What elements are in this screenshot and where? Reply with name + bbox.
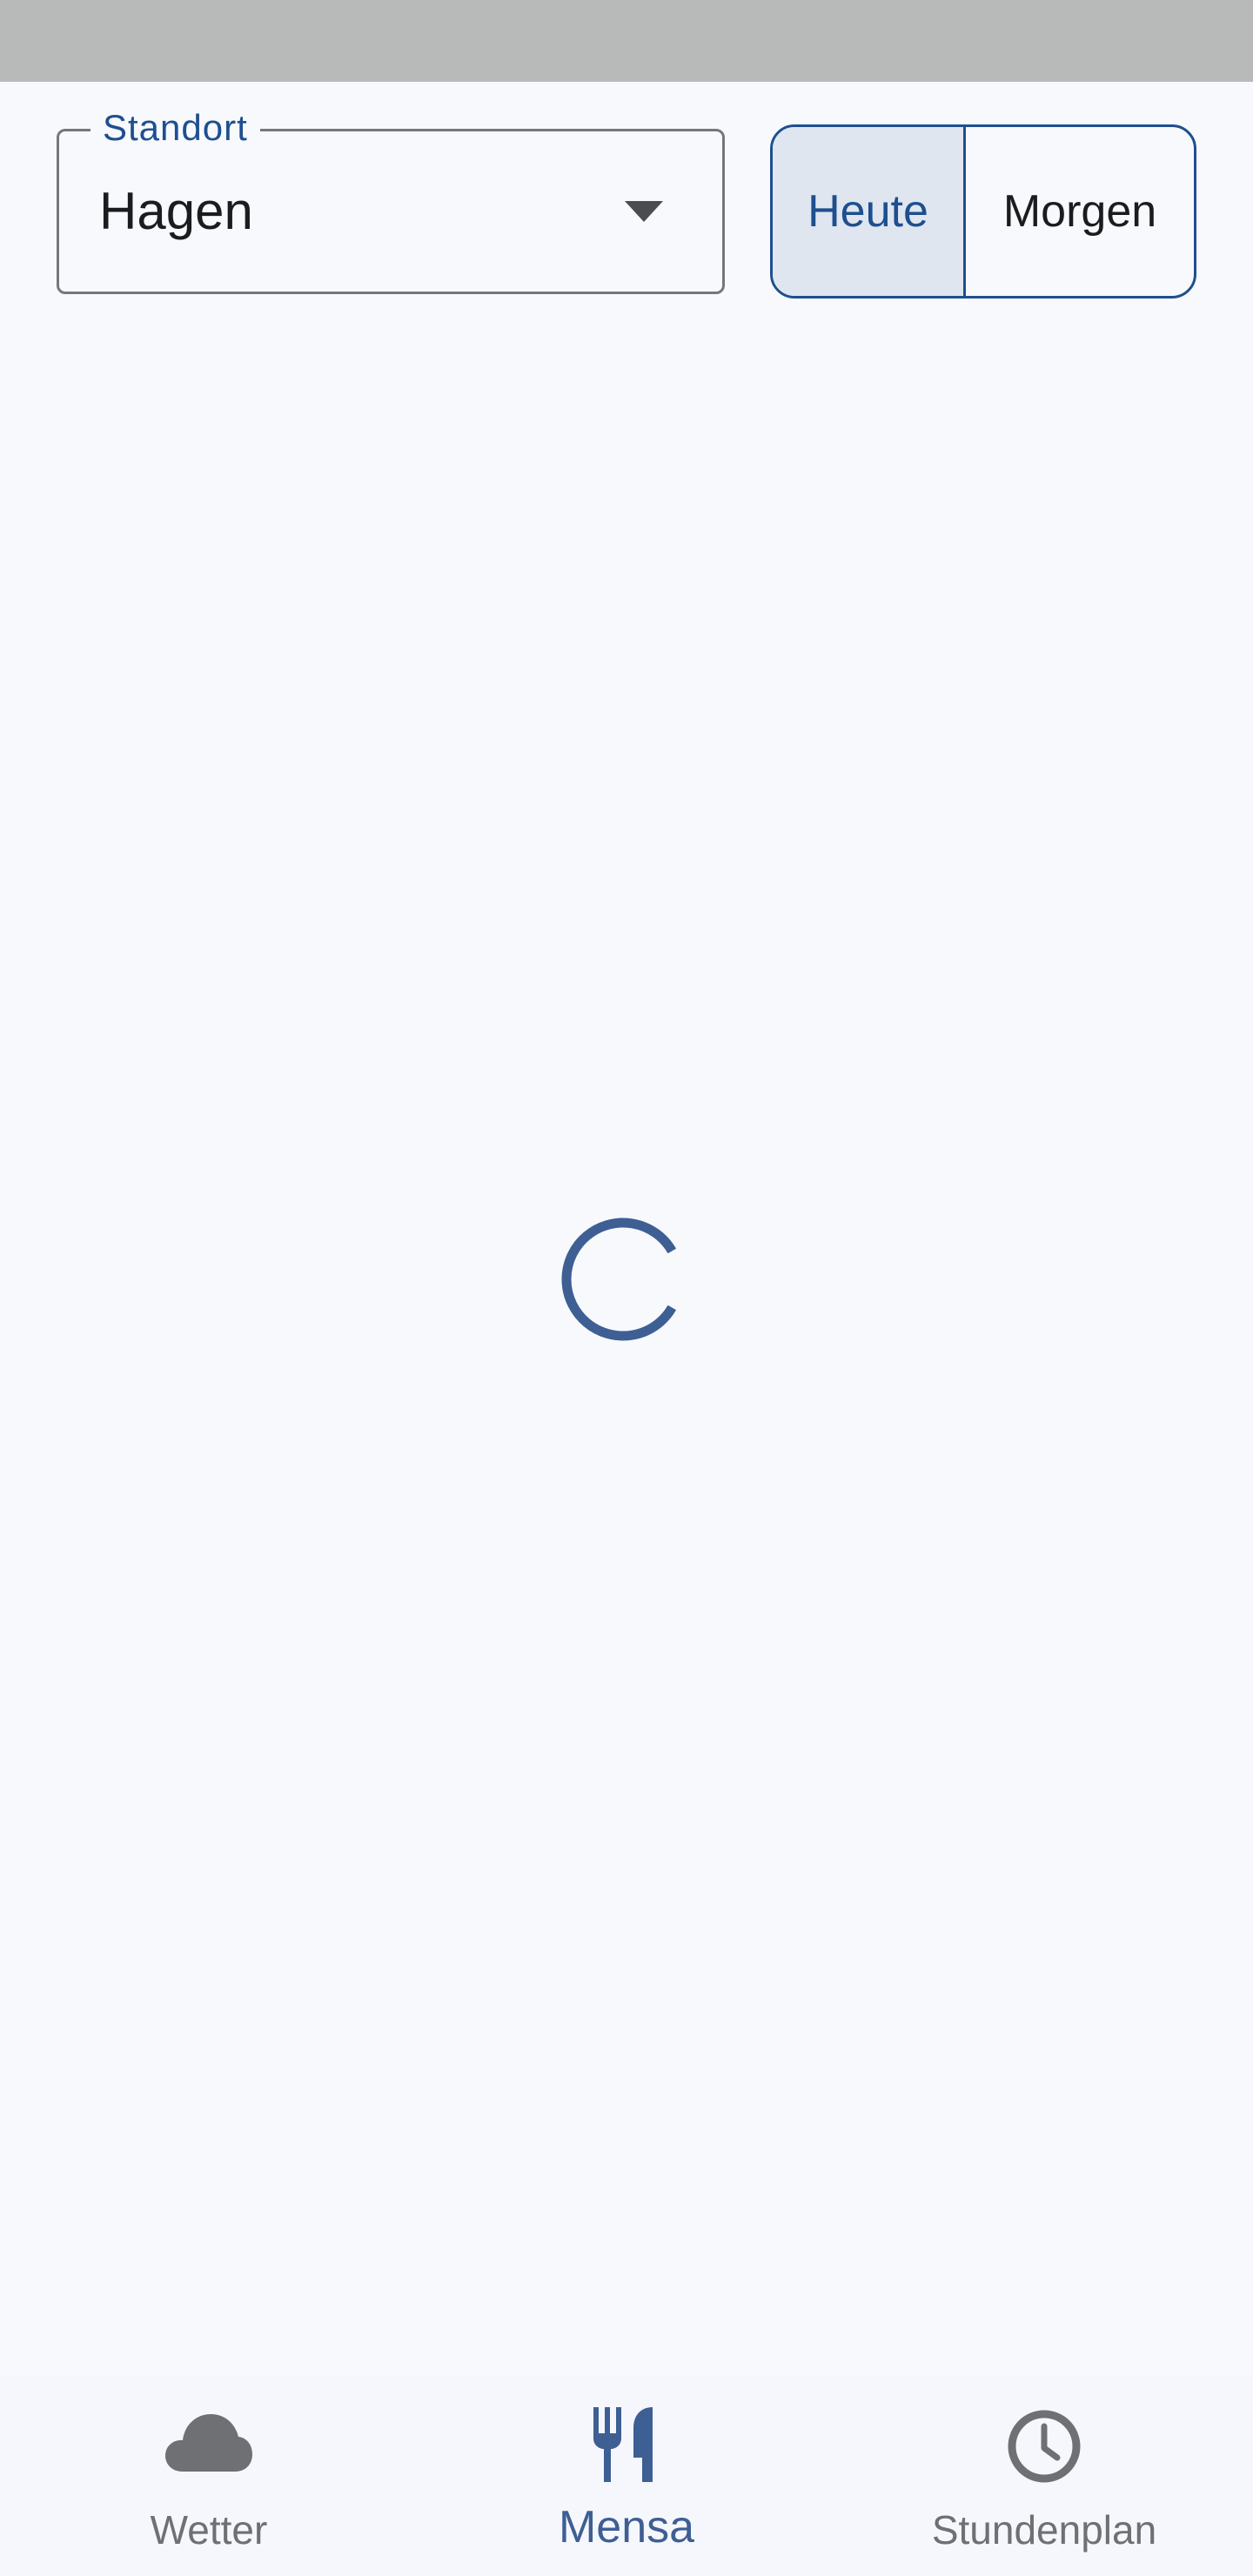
nav-label-mensa: Mensa — [558, 2502, 695, 2553]
location-select[interactable]: Standort Hagen — [57, 105, 725, 294]
nav-item-mensa[interactable]: Mensa — [522, 2376, 731, 2576]
day-toggle: Heute Morgen — [770, 124, 1196, 299]
bottom-navigation: Wetter Mensa Stundenplan — [0, 2376, 1253, 2576]
nav-item-weather[interactable]: Wetter — [104, 2376, 313, 2576]
loading-spinner — [561, 1218, 677, 1341]
toggle-tomorrow[interactable]: Morgen — [966, 127, 1194, 296]
status-bar — [0, 0, 1253, 82]
toggle-today[interactable]: Heute — [773, 127, 966, 296]
cloud-icon — [165, 2414, 252, 2472]
arrow-drop-down-icon — [625, 201, 663, 222]
nav-item-schedule[interactable]: Stundenplan — [888, 2376, 1201, 2576]
nav-label-schedule: Stundenplan — [931, 2507, 1157, 2553]
location-value: Hagen — [99, 182, 253, 240]
restaurant-icon — [593, 2407, 653, 2482]
clock-icon — [1008, 2410, 1081, 2483]
nav-label-weather: Wetter — [150, 2507, 268, 2553]
